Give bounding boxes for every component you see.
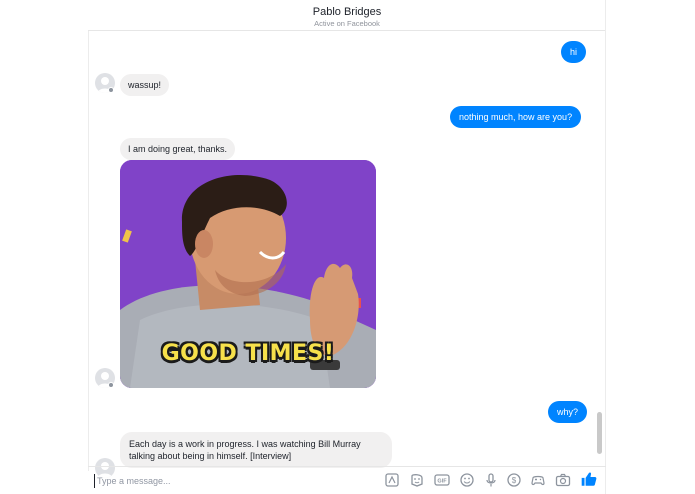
incoming-message[interactable]: wassup! — [120, 74, 170, 96]
incoming-message[interactable]: Each day is a work in progress. I was wa… — [120, 432, 392, 468]
sticker-icon[interactable] — [384, 472, 400, 488]
panel-divider-left — [88, 31, 89, 471]
gif-message[interactable]: GOOD TIMES! — [120, 160, 376, 388]
messenger-badge-icon — [108, 87, 114, 93]
outgoing-message[interactable]: nothing much, how are you? — [450, 106, 582, 128]
contact-name[interactable]: Pablo Bridges — [88, 6, 606, 18]
gif-icon[interactable]: GIF — [434, 472, 450, 488]
conversation-header: Pablo Bridges Active on Facebook — [88, 0, 606, 31]
thumbs-up-icon[interactable] — [580, 470, 598, 488]
svg-text:GIF: GIF — [437, 479, 447, 485]
emoji-face-icon[interactable] — [409, 472, 425, 488]
camera-icon[interactable] — [555, 472, 571, 488]
outgoing-message[interactable]: why? — [548, 401, 588, 423]
microphone-icon[interactable] — [483, 472, 499, 488]
scrollbar-thumb[interactable] — [597, 412, 602, 454]
panel-divider-right — [605, 0, 606, 494]
outgoing-message[interactable]: hi — [561, 41, 587, 63]
svg-text:$: $ — [512, 476, 517, 485]
gif-caption: GOOD TIMES! — [161, 341, 335, 366]
incoming-message[interactable]: I am doing great, thanks. — [120, 138, 236, 160]
payment-icon[interactable]: $ — [506, 472, 522, 488]
smiley-icon[interactable] — [459, 472, 475, 488]
message-composer: GIF $ — [88, 466, 606, 494]
message-input[interactable] — [94, 474, 274, 488]
messenger-badge-icon — [108, 382, 114, 388]
contact-status: Active on Facebook — [314, 19, 380, 28]
game-controller-icon[interactable] — [530, 472, 546, 488]
